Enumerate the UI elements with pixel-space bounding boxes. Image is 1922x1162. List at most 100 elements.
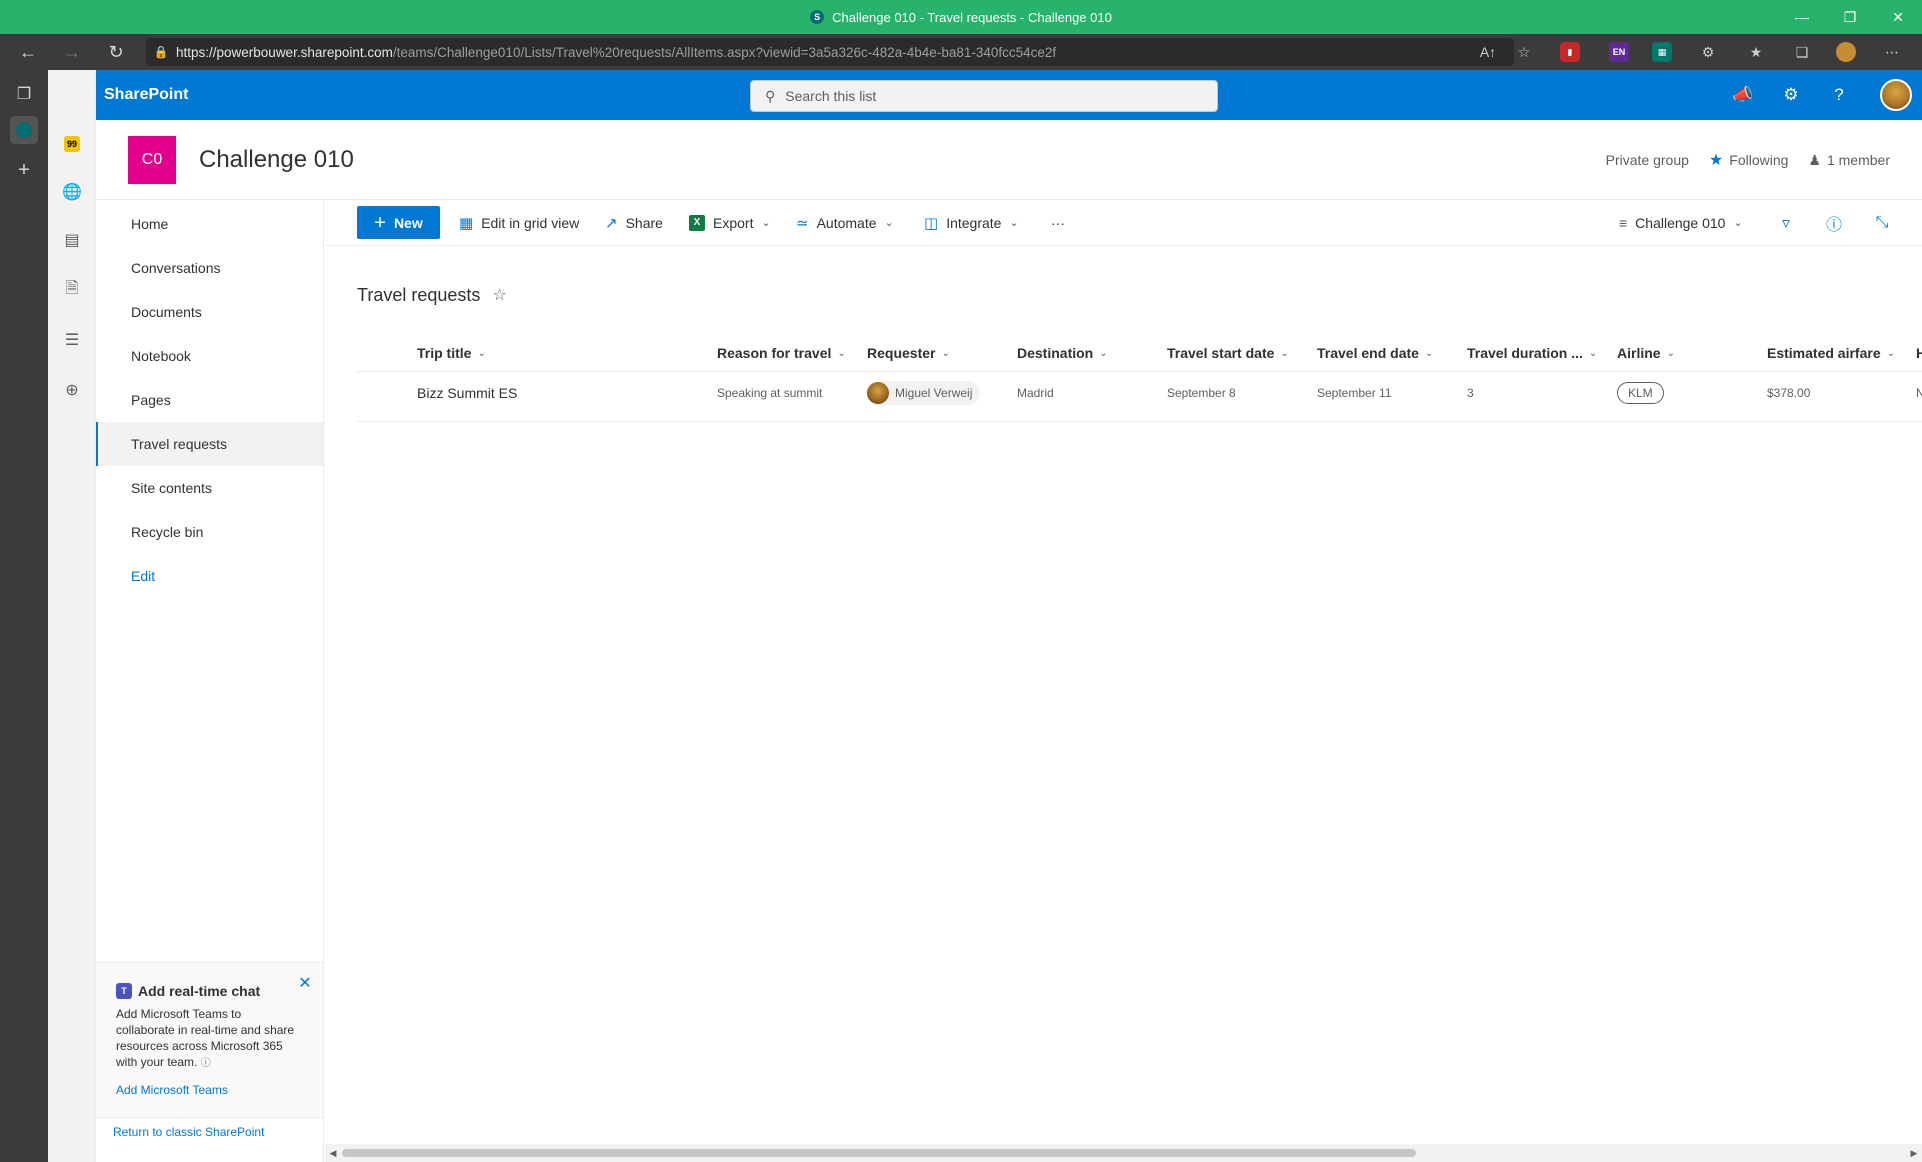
window-titlebar: S Challenge 010 - Travel requests - Chal…	[0, 0, 1922, 34]
address-url: https://powerbouwer.sharepoint.com/teams…	[176, 45, 1056, 60]
lists-icon[interactable]: ☰	[58, 326, 86, 354]
scroll-left-icon[interactable]: ◀	[325, 1144, 341, 1162]
teams-card-title-text: Add real-time chat	[138, 983, 261, 999]
refresh-icon[interactable]: ↻	[98, 34, 134, 70]
url-host: https://powerbouwer.sharepoint.com	[176, 44, 393, 60]
extension-grid-icon[interactable]: ▦	[1652, 42, 1672, 62]
minimize-icon[interactable]: —	[1778, 0, 1826, 34]
column-header-overflow[interactable]: H	[1916, 334, 1922, 372]
person-icon: ♟	[1808, 151, 1821, 168]
cell-end-date: September 11	[1317, 386, 1392, 400]
sharepoint-app-rail: 99 🌐 ▤ 🗎 ☰ ⊕	[48, 70, 96, 1162]
export-label: Export	[713, 214, 754, 231]
column-header-label: Airline	[1617, 345, 1661, 361]
sharepoint-tab-icon[interactable]	[10, 116, 38, 144]
column-header-airfare[interactable]: Estimated airfare ⌄	[1767, 334, 1895, 372]
forward-icon[interactable]: →	[54, 34, 90, 70]
chevron-down-icon: ⌄	[1009, 217, 1019, 229]
nav-item-pages[interactable]: Pages	[96, 378, 323, 422]
news-icon[interactable]: ▤	[58, 226, 86, 254]
column-header-airline[interactable]: Airline ⌄	[1617, 334, 1675, 372]
airline-chip: KLM	[1617, 382, 1664, 404]
column-header-trip-title[interactable]: Trip title ⌄	[417, 334, 486, 372]
globe-icon[interactable]: 🌐	[58, 178, 86, 206]
horizontal-scrollbar[interactable]: ◀ ▶	[325, 1144, 1922, 1162]
view-switcher[interactable]: ≡ Challenge 010 ⌄	[1619, 206, 1743, 239]
column-header-start-date[interactable]: Travel start date ⌄	[1167, 334, 1289, 372]
account-avatar[interactable]	[1880, 79, 1912, 111]
table-row[interactable]: Bizz Summit ES Speaking at summit Miguel…	[357, 372, 1922, 422]
new-tab-icon[interactable]: +	[10, 156, 38, 184]
browser-menu-icon[interactable]: ⋯	[1878, 38, 1906, 66]
info-icon[interactable]: ⓘ	[201, 1058, 211, 1069]
address-bar[interactable]: 🔒 https://powerbouwer.sharepoint.com/tea…	[146, 38, 1514, 66]
chevron-down-icon: ⌄	[1424, 347, 1434, 359]
members-button[interactable]: ♟ 1 member	[1808, 152, 1890, 169]
settings-gear-icon[interactable]: ⚙	[1774, 78, 1808, 112]
scrollbar-thumb[interactable]	[342, 1149, 1416, 1157]
extension-red-icon[interactable]: ▮	[1560, 42, 1580, 62]
restore-icon[interactable]: ❐	[1826, 0, 1874, 34]
nav-item-travel-requests[interactable]: Travel requests	[96, 422, 323, 466]
favorites-icon[interactable]: ★	[1742, 38, 1770, 66]
follow-label: Following	[1729, 152, 1789, 168]
export-button[interactable]: X Export ⌄	[689, 206, 771, 239]
tab-actions-icon[interactable]: ❐	[10, 80, 38, 108]
app-99-icon[interactable]: 99	[58, 130, 86, 158]
profile-avatar[interactable]	[1832, 38, 1860, 66]
site-title[interactable]: Challenge 010	[199, 120, 354, 200]
extension-en-icon[interactable]: EN	[1609, 42, 1629, 62]
cell-requester[interactable]: Miguel Verweij	[867, 372, 981, 414]
automate-button[interactable]: ≃ Automate ⌄	[796, 206, 894, 239]
integrate-icon: ◫	[924, 214, 939, 232]
privacy-label: Private group	[1605, 152, 1689, 168]
nav-item-site-contents[interactable]: Site contents	[96, 466, 323, 510]
list-title: Travel requests ☆	[357, 280, 507, 310]
close-window-icon[interactable]: ✕	[1874, 0, 1922, 34]
plus-icon: +	[374, 211, 386, 234]
scroll-right-icon[interactable]: ▶	[1906, 1144, 1922, 1162]
column-header-end-date[interactable]: Travel end date ⌄	[1317, 334, 1433, 372]
column-header-duration[interactable]: Travel duration ... ⌄	[1467, 334, 1597, 372]
close-icon[interactable]: ✕	[295, 973, 315, 993]
requester-persona[interactable]: Miguel Verweij	[867, 381, 981, 405]
help-icon[interactable]: ?	[1822, 78, 1856, 112]
info-circle-icon[interactable]: ⓘ	[1819, 208, 1849, 238]
column-header-destination[interactable]: Destination ⌄	[1017, 334, 1108, 372]
nav-item-home[interactable]: Home	[96, 202, 323, 246]
add-teams-link[interactable]: Add Microsoft Teams	[116, 1083, 228, 1097]
new-button[interactable]: + New	[357, 206, 440, 239]
extensions-icon[interactable]: ⚙	[1694, 38, 1722, 66]
more-commands-icon[interactable]: ···	[1051, 206, 1065, 239]
file-icon[interactable]: 🗎	[58, 276, 86, 304]
filter-icon[interactable]: ▿	[1771, 208, 1801, 238]
column-header-reason[interactable]: Reason for travel ⌄	[717, 334, 846, 372]
nav-item-conversations[interactable]: Conversations	[96, 246, 323, 290]
create-icon[interactable]: ⊕	[58, 376, 86, 404]
favorite-star-icon[interactable]: ☆	[492, 285, 506, 305]
back-icon[interactable]: ←	[10, 34, 46, 70]
follow-button[interactable]: ★ Following	[1709, 150, 1788, 170]
search-input[interactable]: ⚲ Search this list	[750, 80, 1218, 112]
url-path: /teams/Challenge010/Lists/Travel%20reque…	[392, 44, 1057, 60]
column-header-requester[interactable]: Requester ⌄	[867, 334, 950, 372]
share-button[interactable]: ↗ Share	[605, 206, 663, 239]
return-classic-link[interactable]: Return to classic SharePoint	[113, 1125, 264, 1139]
edit-grid-button[interactable]: ▦ Edit in grid view	[459, 206, 579, 239]
nav-item-documents[interactable]: Documents	[96, 290, 323, 334]
megaphone-icon[interactable]: 📣	[1726, 78, 1760, 112]
expand-icon[interactable]: ⤡	[1867, 208, 1897, 238]
command-bar: + New ▦ Edit in grid view ↗ Share X Export ⌄ …	[325, 200, 1922, 246]
integrate-button[interactable]: ◫ Integrate ⌄	[924, 206, 1019, 239]
cell-airline: KLM	[1617, 372, 1664, 414]
site-logo[interactable]: C0	[128, 136, 176, 184]
read-aloud-icon[interactable]: A↑	[1474, 38, 1502, 66]
nav-item-notebook[interactable]: Notebook	[96, 334, 323, 378]
add-favorite-icon[interactable]: ☆	[1510, 38, 1538, 66]
collections-icon[interactable]: ❏	[1788, 38, 1816, 66]
cell-trip-title[interactable]: Bizz Summit ES	[417, 372, 517, 414]
nav-edit-link[interactable]: Edit	[96, 554, 323, 598]
cell-reason: Speaking at summit	[717, 386, 823, 400]
nav-item-recycle-bin[interactable]: Recycle bin	[96, 510, 323, 554]
sharepoint-brand[interactable]: SharePoint	[104, 70, 188, 120]
